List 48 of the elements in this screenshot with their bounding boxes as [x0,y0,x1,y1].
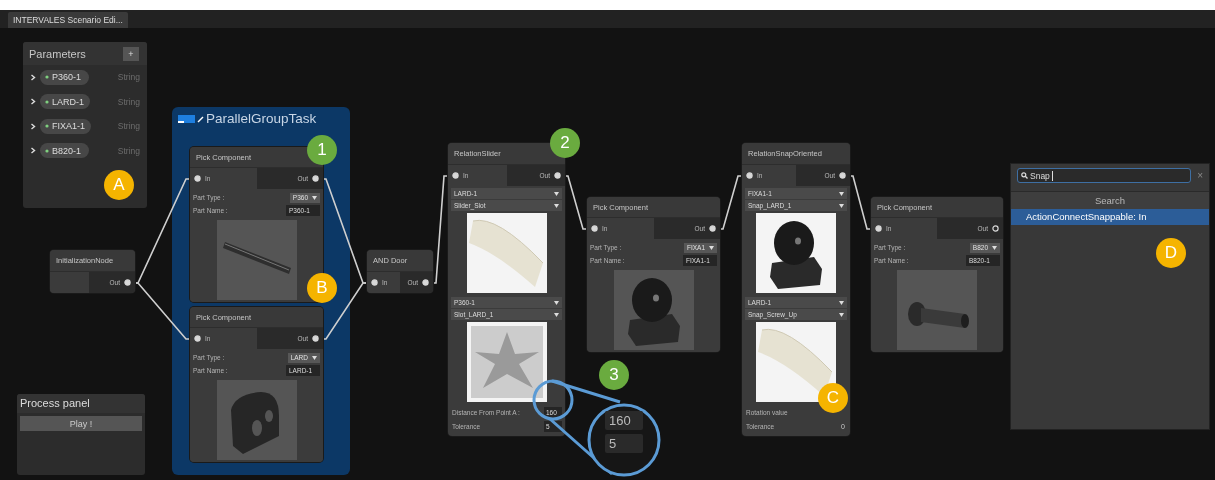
parameter-name: P360-1 [52,72,82,83]
callout-badge: 2 [550,128,580,158]
dot-icon [45,148,49,153]
panel-title: Parameters [29,47,86,60]
chevron-icon[interactable] [30,73,36,81]
panel-title: Process panel [17,394,145,413]
search-result[interactable]: ActionConnectSnappable: In [1011,209,1209,225]
search-query: Snap [1030,170,1050,181]
group-title: ParallelGroupTask [206,111,317,126]
caret-icon [839,300,844,305]
chevron-icon[interactable] [30,122,36,130]
parameter-type: String [117,121,140,132]
parameter-pill[interactable]: P360-1 [40,69,89,85]
parameter-pill[interactable]: B820-1 [40,143,89,159]
caret-icon [312,195,317,200]
caret-icon [554,312,559,317]
parameter-name: LARD-1 [52,96,84,107]
callout-badge: 3 [599,360,629,390]
search-field[interactable]: Snap [1017,168,1192,183]
parameter-pill[interactable]: LARD-1 [40,94,90,110]
dot-icon [45,99,49,104]
caret-icon [554,203,559,208]
caret-icon [839,312,844,317]
caret-icon [709,245,714,250]
dot-icon [45,124,49,129]
parameter-pill[interactable]: FIXA1-1 [40,118,91,134]
group-icon [178,113,204,124]
caret-icon [839,191,844,196]
zoomed-number-field: 5 [605,434,643,453]
editor-tab[interactable]: INTERVALES Scenario Edi... [8,12,128,28]
search-icon [1021,172,1028,179]
caret-icon [312,355,317,360]
add-button[interactable]: + [123,46,139,61]
caret-icon [992,245,997,250]
caret-icon [839,203,844,208]
chevron-icon[interactable] [30,147,36,155]
zoomed-number-field: 160 [605,411,643,430]
play-button[interactable]: Play ! [20,416,142,431]
dot-icon [45,75,49,80]
parameter-name: B820-1 [52,145,82,156]
search-header: Search [1011,191,1209,209]
caret-icon [554,191,559,196]
parameter-type: String [117,72,140,83]
caret-icon [554,300,559,305]
parameter-type: String [117,145,140,156]
parameter-name: FIXA1-1 [52,121,85,132]
parameter-type: String [117,96,140,107]
chevron-icon[interactable] [30,98,36,106]
